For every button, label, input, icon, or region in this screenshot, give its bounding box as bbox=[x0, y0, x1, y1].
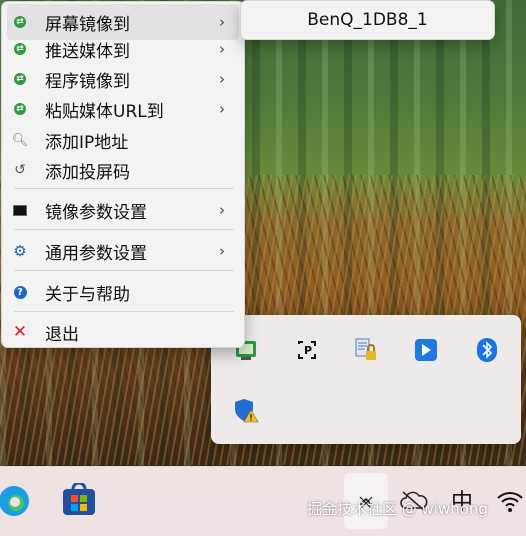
edge-browser-icon[interactable] bbox=[0, 481, 36, 521]
blue-app-tray-icon[interactable] bbox=[413, 337, 439, 363]
document-lock-tray-icon[interactable] bbox=[353, 337, 379, 363]
refresh-icon: ↺ bbox=[14, 162, 26, 178]
submenu-item-device[interactable]: BenQ_1DB8_1 bbox=[246, 5, 489, 35]
mirror-green-icon: ⇄ bbox=[13, 42, 27, 56]
gear-icon: ⚙ bbox=[13, 242, 27, 260]
help-icon: ? bbox=[13, 285, 27, 299]
mirror-green-icon: ⇄ bbox=[13, 72, 27, 86]
menu-item-exit[interactable]: ✕ 退出 bbox=[7, 314, 239, 350]
menu-separator bbox=[14, 229, 234, 230]
context-menu: ⇄ 屏幕镜像到 › ⇄ 推送媒体到 › ⇄ 程序镜像到 › ⇄ 粘贴媒体URL到… bbox=[1, 1, 245, 348]
mirror-green-icon: ⇄ bbox=[13, 15, 27, 29]
menu-item-label: 粘贴媒体URL到 bbox=[45, 101, 164, 122]
chevron-right-icon: › bbox=[219, 100, 225, 118]
menu-item-label: 推送媒体到 bbox=[45, 41, 130, 62]
menu-separator bbox=[14, 270, 234, 271]
menu-separator bbox=[14, 311, 234, 312]
security-warning-tray-icon[interactable] bbox=[233, 397, 259, 423]
menu-item-label: 镜像参数设置 bbox=[45, 202, 147, 223]
menu-item-label: 添加投屏码 bbox=[45, 162, 130, 183]
bluetooth-icon[interactable] bbox=[474, 337, 500, 363]
chevron-right-icon: › bbox=[219, 242, 225, 260]
wifi-icon[interactable] bbox=[494, 485, 526, 517]
key-icon: 🔍︎ bbox=[11, 132, 29, 148]
menu-item-add-cast-code[interactable]: ↺ 添加投屏码 bbox=[7, 152, 239, 188]
projector-tray-icon[interactable]: P bbox=[294, 337, 320, 363]
menu-item-about-help[interactable]: ? 关于与帮助 bbox=[7, 274, 239, 310]
close-icon: ✕ bbox=[12, 322, 28, 342]
chevron-right-icon: › bbox=[219, 201, 225, 219]
submenu-devices: BenQ_1DB8_1 bbox=[240, 0, 495, 40]
monitor-icon bbox=[13, 203, 27, 217]
svg-text:P: P bbox=[304, 344, 312, 357]
mirror-green-icon: ⇄ bbox=[13, 102, 27, 116]
menu-item-label: 添加IP地址 bbox=[45, 132, 129, 153]
tray-overflow-flyout: P bbox=[211, 315, 521, 444]
watermark-text: 掘金技术社区 @ wiwhong bbox=[307, 500, 488, 518]
menu-item-label: 退出 bbox=[45, 324, 79, 345]
microsoft-store-icon[interactable] bbox=[60, 481, 98, 521]
menu-separator bbox=[14, 188, 234, 189]
menu-item-label: 关于与帮助 bbox=[45, 284, 130, 305]
menu-item-general-settings[interactable]: ⚙ 通用参数设置 › bbox=[7, 233, 239, 269]
chevron-right-icon: › bbox=[219, 70, 225, 88]
chevron-right-icon: › bbox=[219, 13, 225, 31]
menu-item-label: 程序镜像到 bbox=[45, 71, 130, 92]
menu-item-label: 通用参数设置 bbox=[45, 243, 147, 264]
chevron-right-icon: › bbox=[219, 40, 225, 58]
menu-item-mirror-settings[interactable]: 镜像参数设置 › bbox=[7, 192, 239, 228]
